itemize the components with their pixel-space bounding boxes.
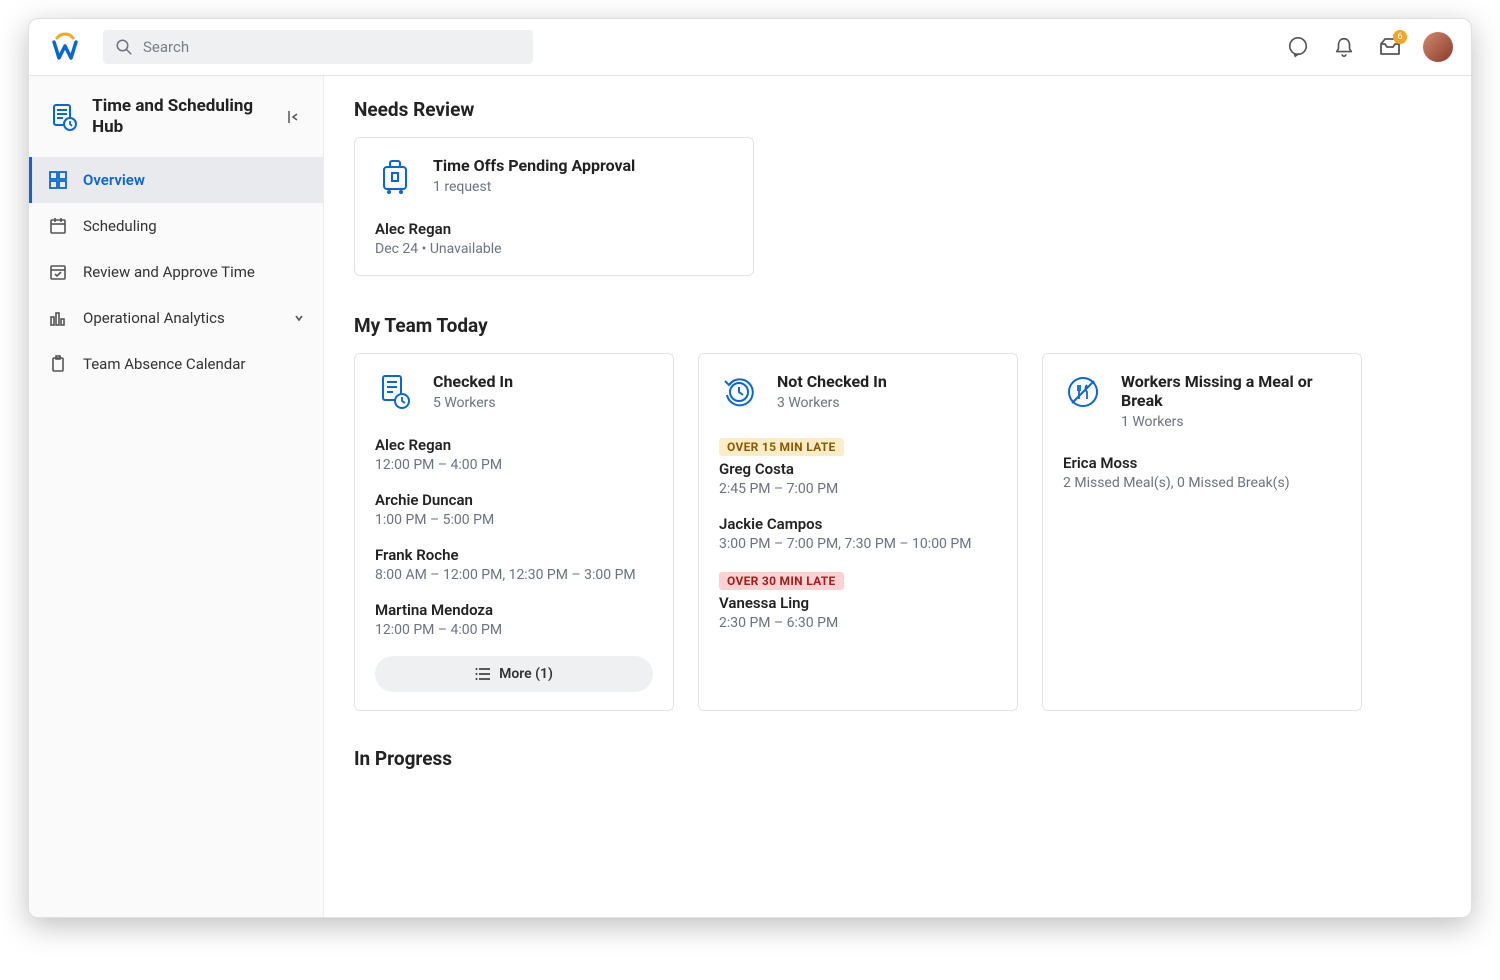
person-detail: 2 Missed Meal(s), 0 Missed Break(s) bbox=[1063, 475, 1341, 491]
bar-chart-icon bbox=[47, 307, 69, 329]
nav-label: Scheduling bbox=[83, 217, 157, 235]
search-input[interactable] bbox=[143, 38, 521, 56]
list-item: Martina Mendoza 12:00 PM – 4:00 PM bbox=[375, 601, 653, 638]
person-time: 1:00 PM – 5:00 PM bbox=[375, 512, 653, 528]
card-subtitle: 1 Workers bbox=[1121, 414, 1341, 430]
person-time: 8:00 AM – 12:00 PM, 12:30 PM – 3:00 PM bbox=[375, 567, 653, 583]
list-item: Alec Regan 12:00 PM – 4:00 PM bbox=[375, 436, 653, 473]
person-name: Greg Costa bbox=[719, 460, 997, 478]
person-name: Vanessa Ling bbox=[719, 594, 997, 612]
clock-arrow-icon bbox=[719, 372, 759, 412]
person-name: Jackie Campos bbox=[719, 515, 997, 533]
list-item: Erica Moss 2 Missed Meal(s), 0 Missed Br… bbox=[1063, 454, 1341, 491]
bell-icon[interactable] bbox=[1331, 34, 1357, 60]
topbar: 6 bbox=[29, 19, 1471, 76]
search-container bbox=[103, 30, 533, 64]
late-badge: OVER 15 MIN LATE bbox=[719, 438, 844, 456]
sidebar-title: Time and Scheduling Hub bbox=[92, 96, 283, 139]
inbox-badge: 6 bbox=[1393, 30, 1407, 44]
person-time: 2:30 PM – 6:30 PM bbox=[719, 615, 997, 631]
avatar[interactable] bbox=[1423, 32, 1453, 62]
list-item: OVER 30 MIN LATE Vanessa Ling 2:30 PM – … bbox=[719, 570, 997, 631]
more-button[interactable]: More (1) bbox=[375, 656, 653, 692]
checked-in-card[interactable]: Checked In 5 Workers Alec Regan 12:00 PM… bbox=[354, 353, 674, 711]
chevron-down-icon bbox=[293, 312, 305, 324]
card-subtitle: 3 Workers bbox=[777, 395, 887, 411]
nav-label: Overview bbox=[83, 171, 145, 189]
nav-label: Review and Approve Time bbox=[83, 263, 255, 281]
person-time: 12:00 PM – 4:00 PM bbox=[375, 457, 653, 473]
more-label: More (1) bbox=[499, 666, 553, 682]
person-time: 2:45 PM – 7:00 PM bbox=[719, 481, 997, 497]
section-title-in-progress: In Progress bbox=[354, 747, 1441, 770]
sidebar-item-analytics[interactable]: Operational Analytics bbox=[29, 295, 323, 341]
person-name: Archie Duncan bbox=[375, 491, 653, 509]
app-window: 6 Time and Scheduling Hub Overview bbox=[28, 18, 1472, 918]
calendar-check-icon bbox=[47, 261, 69, 283]
inbox-icon[interactable]: 6 bbox=[1377, 34, 1403, 60]
sidebar-header: Time and Scheduling Hub bbox=[29, 90, 323, 157]
person-name: Martina Mendoza bbox=[375, 601, 653, 619]
list-icon bbox=[475, 667, 491, 681]
section-title-needs-review: Needs Review bbox=[354, 98, 1441, 121]
person-name: Erica Moss bbox=[1063, 454, 1341, 472]
nav-label: Team Absence Calendar bbox=[83, 355, 245, 373]
workers-missing-break-card[interactable]: Workers Missing a Meal or Break 1 Worker… bbox=[1042, 353, 1362, 711]
person-time: 3:00 PM – 7:00 PM, 7:30 PM – 10:00 PM bbox=[719, 536, 997, 552]
calendar-icon bbox=[47, 215, 69, 237]
sidebar-item-team-absence[interactable]: Team Absence Calendar bbox=[29, 341, 323, 387]
collapse-sidebar-icon[interactable] bbox=[284, 106, 305, 128]
card-title: Time Offs Pending Approval bbox=[433, 156, 635, 175]
card-title: Checked In bbox=[433, 372, 513, 391]
not-checked-in-card[interactable]: Not Checked In 3 Workers OVER 15 MIN LAT… bbox=[698, 353, 1018, 711]
topbar-actions: 6 bbox=[1285, 32, 1453, 62]
overview-icon bbox=[47, 169, 69, 191]
utensils-icon bbox=[1063, 372, 1103, 412]
sidebar-item-overview[interactable]: Overview bbox=[29, 157, 323, 203]
chat-icon[interactable] bbox=[1285, 34, 1311, 60]
nav-label: Operational Analytics bbox=[83, 309, 225, 327]
card-title: Workers Missing a Meal or Break bbox=[1121, 372, 1341, 410]
person-name: Alec Regan bbox=[375, 436, 653, 454]
card-subtitle: 1 request bbox=[433, 179, 635, 195]
logo-icon[interactable] bbox=[47, 29, 83, 65]
sidebar-item-review[interactable]: Review and Approve Time bbox=[29, 249, 323, 295]
list-item: Frank Roche 8:00 AM – 12:00 PM, 12:30 PM… bbox=[375, 546, 653, 583]
person-detail: Dec 24 • Unavailable bbox=[375, 241, 733, 257]
list-item: OVER 15 MIN LATE Greg Costa 2:45 PM – 7:… bbox=[719, 436, 997, 497]
time-offs-pending-card[interactable]: Time Offs Pending Approval 1 request Ale… bbox=[354, 137, 754, 276]
list-item: Archie Duncan 1:00 PM – 5:00 PM bbox=[375, 491, 653, 528]
list-item: Jackie Campos 3:00 PM – 7:00 PM, 7:30 PM… bbox=[719, 515, 997, 552]
section-title-my-team: My Team Today bbox=[354, 314, 1441, 337]
card-subtitle: 5 Workers bbox=[433, 395, 513, 411]
main-content: Needs Review Time Offs Pending Approval … bbox=[324, 76, 1471, 917]
sidebar-item-scheduling[interactable]: Scheduling bbox=[29, 203, 323, 249]
person-name: Alec Regan bbox=[375, 220, 733, 238]
sidebar: Time and Scheduling Hub Overview Schedul… bbox=[29, 76, 324, 917]
hub-icon bbox=[47, 100, 80, 134]
person-name: Frank Roche bbox=[375, 546, 653, 564]
person-time: 12:00 PM – 4:00 PM bbox=[375, 622, 653, 638]
document-clock-icon bbox=[375, 372, 415, 412]
clipboard-icon bbox=[47, 353, 69, 375]
late-badge: OVER 30 MIN LATE bbox=[719, 572, 844, 590]
card-title: Not Checked In bbox=[777, 372, 887, 391]
luggage-icon bbox=[375, 156, 415, 196]
search-icon bbox=[115, 38, 133, 56]
